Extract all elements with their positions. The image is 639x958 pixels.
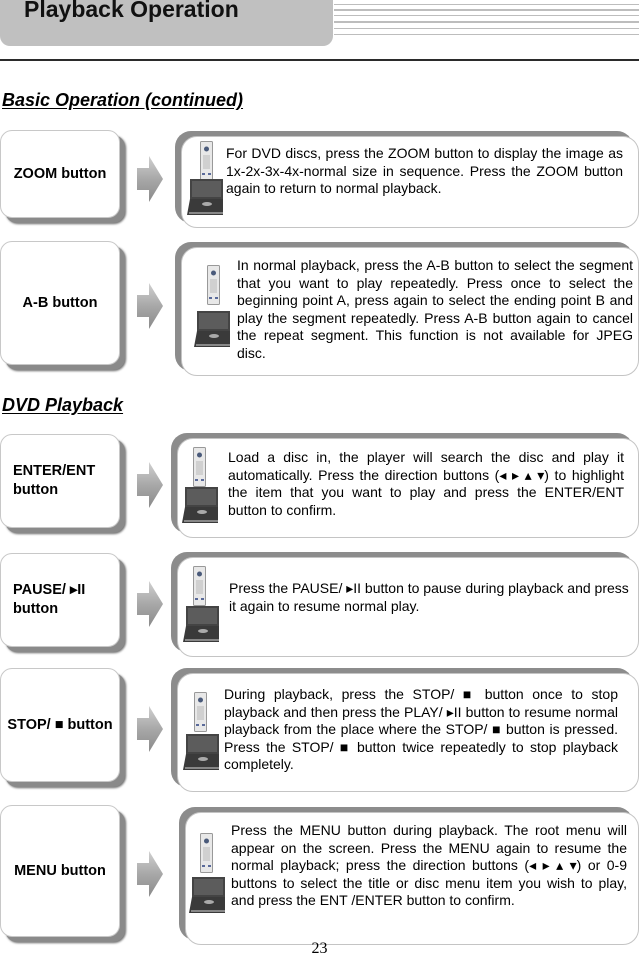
page-number: 23 — [311, 940, 328, 957]
label-box: A-B button — [0, 241, 120, 365]
portable-dvd-player-icon — [182, 487, 218, 523]
header-stripes — [334, 0, 639, 36]
label-box: PAUSE/ ▸II button — [0, 553, 120, 647]
portable-dvd-player-icon — [187, 179, 223, 215]
right-arrow-icon — [137, 851, 163, 897]
portable-dvd-player-icon — [183, 606, 219, 642]
row-enter: ENTER/ENT button Load a disc in, the play… — [0, 434, 639, 538]
label-text: ZOOM button — [13, 165, 107, 182]
description-box: Load a disc in, the player will search t… — [177, 438, 639, 538]
label-line: PAUSE/ ▸II — [13, 582, 86, 598]
remote-control-icon — [207, 265, 220, 305]
right-arrow-icon — [137, 156, 163, 202]
label-line: ENTER/ENT — [13, 463, 96, 479]
section-title-dvd-playback: DVD Playback — [2, 395, 124, 415]
row-stop: STOP/ ■ button During playback, press th… — [0, 668, 639, 792]
row-a-b: A-B button In normal playback, press the… — [0, 241, 639, 376]
portable-dvd-player-icon — [194, 311, 230, 347]
right-arrow-icon — [137, 462, 163, 508]
page-title: Playback Operation — [24, 0, 239, 22]
description-text: Load a disc in, the player will search t… — [228, 449, 624, 518]
label-line: button — [13, 601, 59, 617]
label-box: ENTER/ENT button — [0, 434, 120, 528]
remote-control-icon — [200, 833, 213, 873]
remote-control-icon — [200, 141, 213, 181]
description-box: Press the MENU button during playback. T… — [185, 812, 639, 945]
description-text: During playback, press the STOP/ ■ butto… — [224, 686, 618, 772]
description-text: In normal playback, press the A-B button… — [237, 257, 633, 361]
label-text: ENTER/ENT button — [1, 462, 95, 500]
remote-control-icon — [193, 566, 206, 606]
row-zoom: ZOOM button For DVD discs, press the ZOO… — [0, 130, 639, 228]
label-box: STOP/ ■ button — [0, 668, 120, 782]
remote-control-icon — [194, 692, 207, 732]
description-text: For DVD discs, press the ZOOM button to … — [226, 145, 623, 196]
label-text: PAUSE/ ▸II button — [1, 581, 85, 619]
label-box: ZOOM button — [0, 130, 120, 218]
description-text: Press the MENU button during playback. T… — [231, 822, 627, 908]
section-title-basic-operation: Basic Operation (continued) — [2, 90, 244, 110]
portable-dvd-player-icon — [189, 877, 225, 913]
label-box: MENU button — [0, 805, 120, 937]
description-box: During playback, press the STOP/ ■ butto… — [177, 673, 639, 792]
label-text: STOP/ ■ button — [7, 716, 113, 733]
portable-dvd-player-icon — [183, 734, 219, 770]
label-line: button — [13, 482, 59, 498]
right-arrow-icon — [137, 581, 163, 627]
header-divider — [0, 59, 639, 61]
description-text: Press the PAUSE/ ▸II button to pause dur… — [229, 580, 629, 614]
row-pause: PAUSE/ ▸II button Press the PAUSE/ ▸II bu… — [0, 553, 639, 657]
label-text: MENU button — [14, 862, 106, 879]
description-box: For DVD discs, press the ZOOM button to … — [181, 136, 639, 228]
right-arrow-icon — [137, 283, 163, 329]
label-text: A-B button — [22, 294, 98, 311]
row-menu: MENU button Press the MENU button during… — [0, 805, 639, 945]
description-box: Press the PAUSE/ ▸II button to pause dur… — [177, 557, 639, 657]
right-arrow-icon — [137, 706, 163, 752]
description-box: In normal playback, press the A-B button… — [181, 247, 639, 376]
remote-control-icon — [193, 447, 206, 487]
